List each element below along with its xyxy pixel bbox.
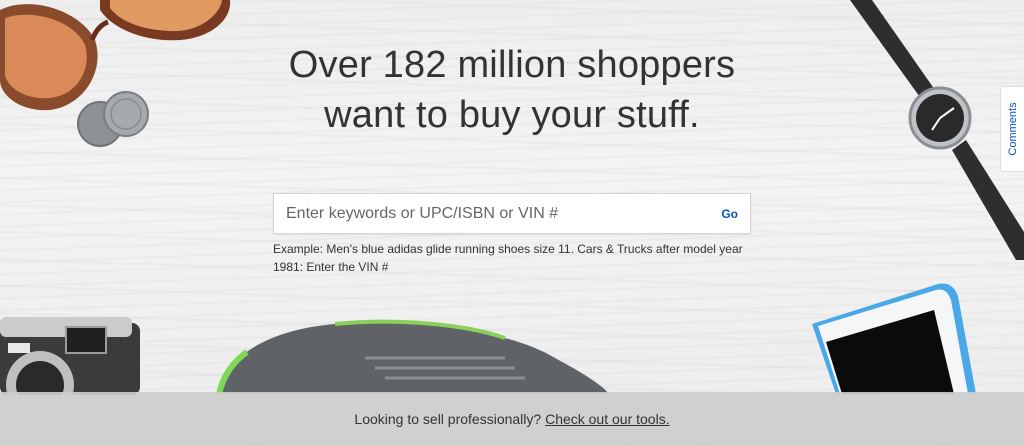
banner-text: Looking to sell professionally? bbox=[354, 411, 542, 427]
go-button[interactable]: Go bbox=[717, 203, 742, 225]
search-example-text: Example: Men's blue adidas glide running… bbox=[273, 242, 743, 274]
hero-line-2: want to buy your stuff. bbox=[324, 94, 700, 136]
search-input[interactable] bbox=[274, 194, 694, 233]
search-box: Go bbox=[273, 193, 751, 234]
camera-icon bbox=[0, 317, 140, 395]
check-out-tools-link[interactable]: Check out our tools. bbox=[545, 411, 670, 427]
coins-icon bbox=[77, 91, 149, 147]
comments-tab[interactable]: Comments bbox=[1000, 86, 1024, 172]
comments-tab-label: Comments bbox=[1006, 102, 1019, 156]
sell-professionally-banner: Looking to sell professionally? Check ou… bbox=[0, 392, 1024, 446]
page-title: Over 182 million shoppers want to buy yo… bbox=[262, 40, 762, 140]
hero-line-1: Over 182 million shoppers bbox=[288, 44, 736, 86]
wristwatch-icon bbox=[850, 0, 1024, 260]
sneaker-icon bbox=[216, 319, 609, 394]
smartphone-icon bbox=[812, 283, 976, 394]
